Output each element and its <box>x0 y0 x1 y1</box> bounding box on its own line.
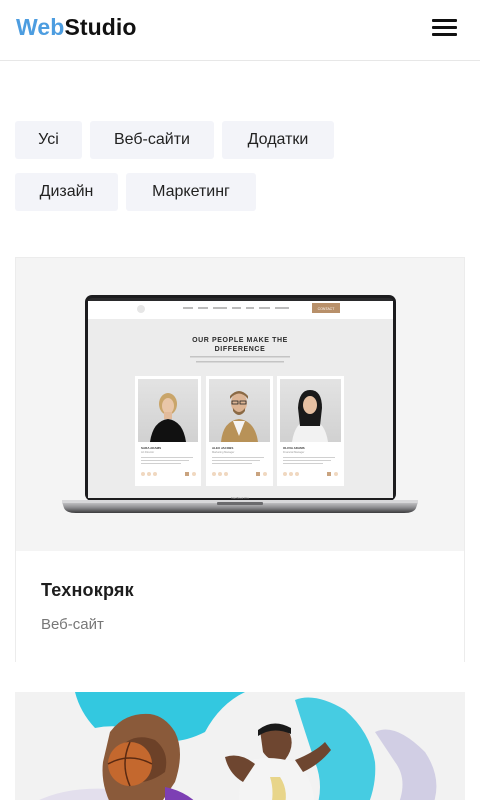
mockup-contact-button: CONTACT <box>318 307 336 311</box>
filter-apps-button[interactable]: Додатки <box>222 121 334 159</box>
hamburger-menu-icon[interactable] <box>432 19 458 39</box>
project-thumbnail[interactable] <box>15 692 465 800</box>
team-role: Financial Manager <box>283 450 304 454</box>
logo-accent: Web <box>16 14 65 40</box>
mockup-heading-line1: OUR PEOPLE MAKE THE <box>192 337 288 344</box>
project-title[interactable]: Технокряк <box>41 580 134 601</box>
filter-design-button[interactable]: Дизайн <box>15 173 118 211</box>
site-logo[interactable]: WebStudio <box>16 14 137 41</box>
card-body: Технокряк Веб-сайт <box>16 551 464 662</box>
basketball-artwork-image <box>15 692 465 800</box>
team-name: SARA ADAMS <box>141 446 161 450</box>
filter-all-button[interactable]: Усі <box>15 121 82 159</box>
project-category: Веб-сайт <box>41 616 104 633</box>
team-role: Art Director <box>141 450 154 454</box>
team-card: OLIVIA ADAMS Financial Manager <box>277 376 344 486</box>
filter-websites-button[interactable]: Веб-сайти <box>90 121 214 159</box>
portfolio-card[interactable] <box>15 692 465 800</box>
logo-rest: Studio <box>64 14 137 40</box>
team-name: ALEX JACOBS <box>212 446 233 450</box>
portfolio-card[interactable]: CONTACT OUR PEOPLE MAKE THE DIFFERENCE S… <box>15 257 465 662</box>
team-card: SARA ADAMS Art Director <box>135 376 201 486</box>
site-header: WebStudio <box>0 0 480 61</box>
laptop-base-label: MacBook Pro <box>231 496 249 500</box>
laptop-mockup-image: CONTACT OUR PEOPLE MAKE THE DIFFERENCE S… <box>62 295 418 513</box>
team-card: ALEX JACOBS Marketing Manager <box>206 376 273 486</box>
mockup-heading-line2: DIFFERENCE <box>215 346 266 353</box>
team-role: Marketing Manager <box>212 450 234 454</box>
filter-marketing-button[interactable]: Маркетинг <box>126 173 256 211</box>
project-thumbnail[interactable]: CONTACT OUR PEOPLE MAKE THE DIFFERENCE S… <box>16 258 464 551</box>
team-name: OLIVIA ADAMS <box>283 446 305 450</box>
